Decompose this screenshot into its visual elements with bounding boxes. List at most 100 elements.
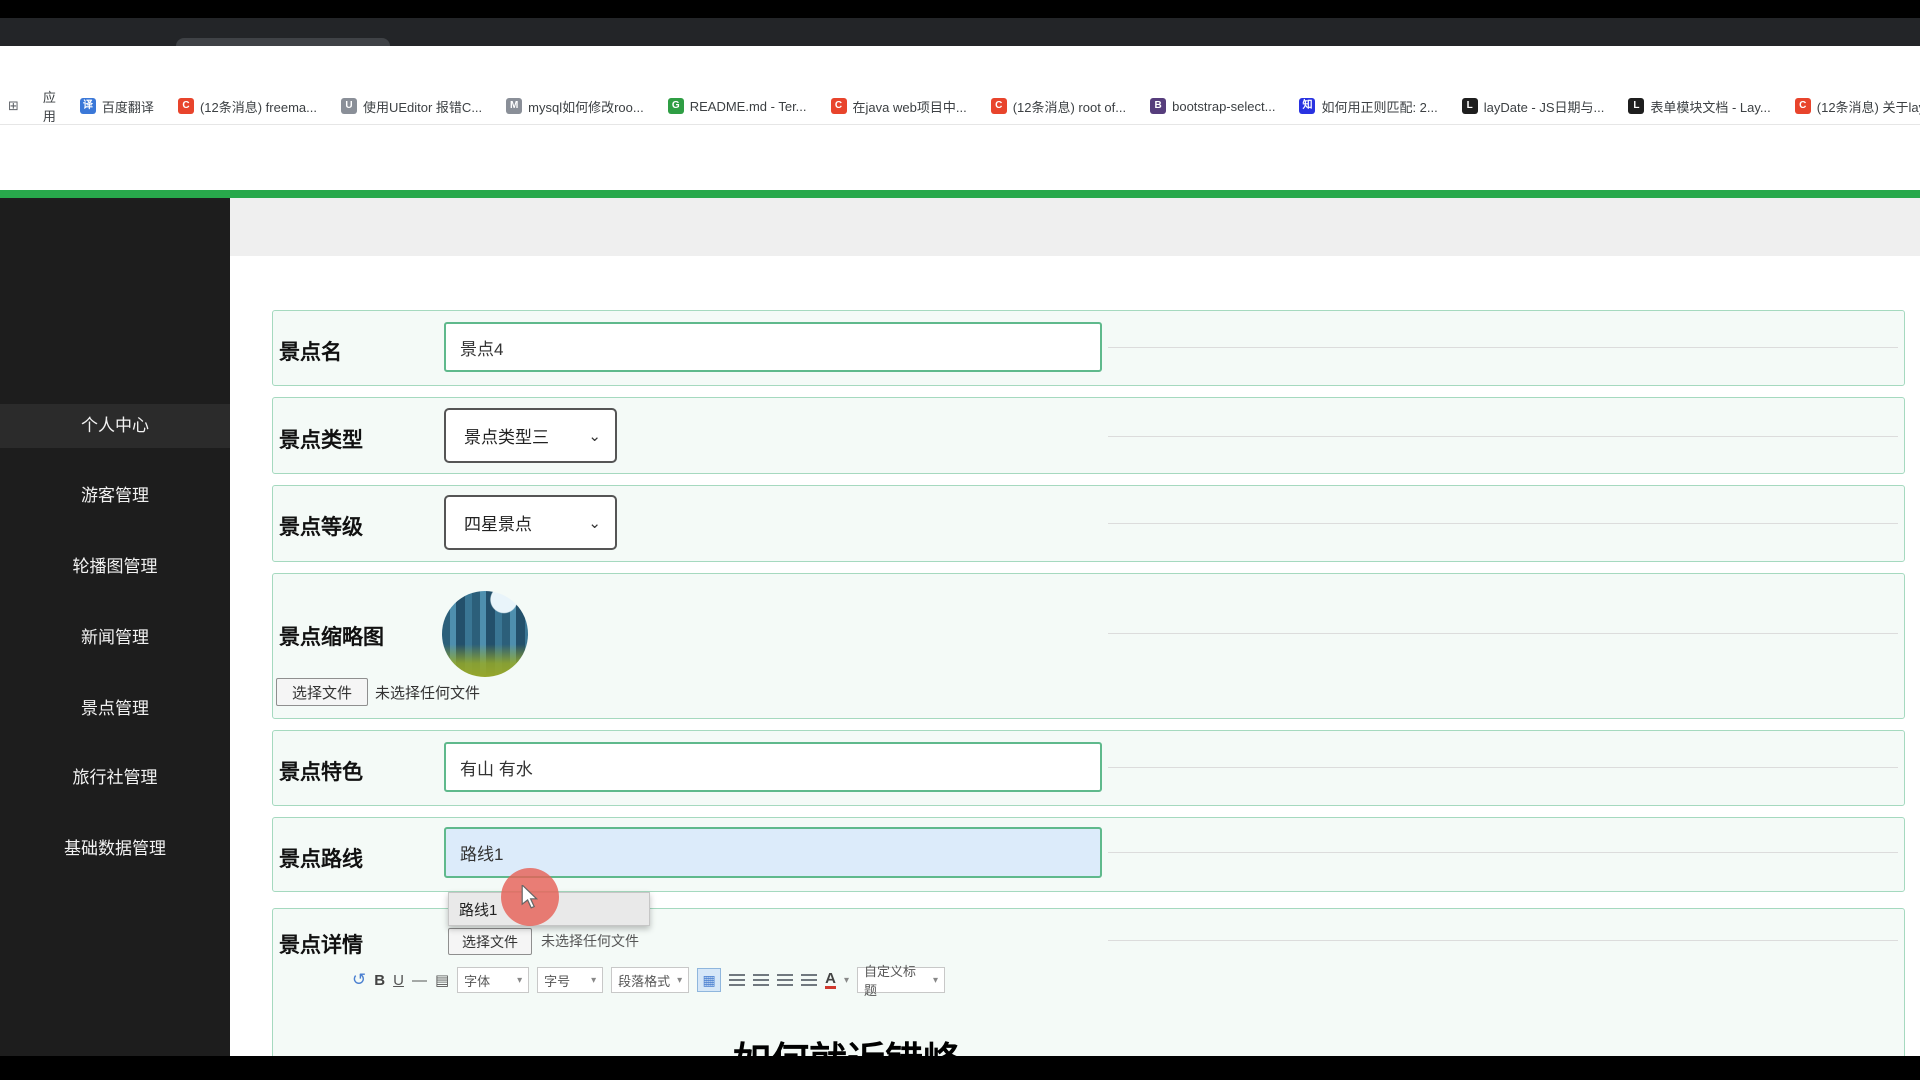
bookmark-label: bootstrap-select... bbox=[1172, 98, 1276, 114]
bookmark-item[interactable]: 译 百度翻译 bbox=[79, 97, 154, 116]
paste-icon[interactable]: ▤ bbox=[435, 971, 449, 989]
bookmark-item[interactable]: C (12条消息) freema... bbox=[177, 97, 317, 116]
bookmark-label: layDate - JS日期与... bbox=[1483, 99, 1605, 115]
bookmark-item[interactable]: L layDate - JS日期与... bbox=[1461, 97, 1605, 116]
sidebar-item[interactable]: 游客管理 bbox=[0, 474, 230, 518]
thumbnail-image bbox=[442, 591, 528, 677]
bookmark-label: (12条消息) freema... bbox=[199, 99, 317, 115]
label-scenic-type: 景点类型 bbox=[279, 429, 363, 452]
sidebar-item[interactable]: 个人中心 bbox=[0, 404, 230, 448]
bookmark-item[interactable]: M mysql如何修改roo... bbox=[506, 97, 644, 116]
sidebar-item[interactable]: 旅行社管理 bbox=[0, 756, 230, 800]
label-scenic-route: 景点路线 bbox=[279, 848, 363, 871]
bookmark-label: 在java web项目中... bbox=[852, 99, 967, 115]
align-center-icon[interactable] bbox=[753, 973, 770, 987]
bookmark-favicon-icon: L bbox=[1461, 98, 1478, 114]
chevron-down-icon: ▾ bbox=[677, 974, 683, 986]
align-left-icon[interactable] bbox=[729, 973, 746, 987]
row-divider bbox=[1108, 852, 1898, 853]
underline-icon[interactable]: U bbox=[393, 972, 404, 989]
browser-tab-bar bbox=[0, 18, 1920, 64]
sidebar: 个人中心 游客管理 轮播图管理 新闻管理 景点管理 旅行社管理 基础数据管理 bbox=[0, 198, 230, 1056]
bookmark-label: 使用UEditor 报错C... bbox=[362, 99, 483, 115]
align-right-icon[interactable] bbox=[777, 973, 794, 987]
breadcrumb-bar bbox=[230, 198, 1920, 256]
bookmark-favicon-icon: U bbox=[340, 98, 357, 114]
custom-title-dropdown[interactable]: 自定义标题 ▾ bbox=[857, 964, 945, 998]
bold-icon[interactable]: B bbox=[374, 972, 385, 989]
align-justify-icon[interactable] bbox=[801, 973, 818, 987]
row-divider bbox=[1108, 523, 1898, 524]
scenic-type-select[interactable]: 景点类型三 ⌄ bbox=[444, 408, 617, 463]
scenic-name-input[interactable]: 景点4 bbox=[444, 322, 1102, 372]
bookmark-favicon-icon: C bbox=[830, 98, 847, 114]
label-scenic-thumbnail: 景点缩略图 bbox=[279, 626, 384, 649]
bookmark-item[interactable]: U 使用UEditor 报错C... bbox=[340, 97, 483, 116]
bookmark-favicon-icon: B bbox=[1150, 98, 1167, 114]
file-status-text: 未选择任何文件 bbox=[375, 685, 481, 702]
browser-toolbar bbox=[0, 46, 1920, 88]
scenic-type-value: 景点类型三 bbox=[464, 428, 549, 447]
row-divider bbox=[1108, 940, 1898, 941]
insert-table-icon[interactable]: ▦ bbox=[697, 968, 722, 992]
bookmark-label: 表单模块文档 - Lay... bbox=[1650, 99, 1771, 115]
row-divider bbox=[1108, 347, 1898, 348]
bookmark-item[interactable]: C 在java web项目中... bbox=[830, 97, 967, 116]
letterbox-top bbox=[0, 0, 1920, 18]
chevron-down-icon: ▾ bbox=[843, 974, 849, 986]
apps-grid-icon[interactable]: ⊞ bbox=[8, 98, 19, 114]
file-status-text-detail: 未选择任何文件 bbox=[541, 933, 639, 949]
bookmark-label: 百度翻译 bbox=[101, 99, 154, 115]
font-color-icon[interactable]: A bbox=[825, 971, 836, 989]
apps-label[interactable]: 应用 bbox=[43, 87, 56, 125]
choose-file-button-detail[interactable]: 选择文件 bbox=[448, 928, 532, 955]
chevron-down-icon: ⌄ bbox=[588, 427, 601, 445]
header-accent-bar bbox=[0, 190, 1920, 198]
bookmark-item[interactable]: C (12条消息) 关于lay bbox=[1794, 97, 1920, 116]
editor-toolbar: ↺ B U — ▤ 字体 ▾ 字号 ▾ 段落格式 ▾ ▦ A ▾ 自定义标题 ▾ bbox=[352, 963, 945, 998]
label-scenic-name: 景点名 bbox=[279, 341, 342, 364]
bookmark-label: mysql如何修改roo... bbox=[528, 99, 644, 115]
choose-file-button[interactable]: 选择文件 bbox=[276, 678, 368, 706]
label-scenic-level: 景点等级 bbox=[279, 516, 363, 539]
bookmark-item[interactable]: B bootstrap-select... bbox=[1150, 98, 1275, 114]
label-scenic-detail: 景点详情 bbox=[279, 934, 363, 957]
bookmark-item[interactable]: G README.md - Ter... bbox=[667, 98, 807, 114]
row-divider bbox=[1108, 436, 1898, 437]
bookmark-label: (12条消息) 关于lay bbox=[1816, 99, 1920, 115]
bookmark-favicon-icon: 知 bbox=[1299, 98, 1316, 114]
sidebar-item[interactable]: 景点管理 bbox=[0, 687, 230, 731]
scenic-level-value: 四星景点 bbox=[464, 515, 532, 534]
bookmark-item[interactable]: L 表单模块文档 - Lay... bbox=[1628, 97, 1771, 116]
bookmark-item[interactable]: 知 如何用正则匹配: 2... bbox=[1299, 97, 1438, 116]
paragraph-format-dropdown[interactable]: 段落格式 ▾ bbox=[611, 967, 690, 993]
bookmark-favicon-icon: L bbox=[1628, 98, 1645, 114]
scenic-feature-input[interactable]: 有山 有水 bbox=[444, 742, 1102, 792]
row-divider bbox=[1108, 633, 1898, 634]
label-scenic-feature: 景点特色 bbox=[279, 761, 363, 784]
mouse-cursor-highlight bbox=[501, 868, 559, 926]
chevron-down-icon: ⌄ bbox=[588, 514, 601, 532]
bookmark-item[interactable]: C (12条消息) root of... bbox=[990, 97, 1127, 116]
sidebar-item[interactable]: 新闻管理 bbox=[0, 616, 230, 660]
bookmark-favicon-icon: C bbox=[990, 98, 1007, 114]
app-header bbox=[0, 125, 1920, 190]
font-size-dropdown[interactable]: 字号 ▾ bbox=[537, 967, 604, 993]
horizontal-rule-icon[interactable]: — bbox=[412, 972, 427, 989]
sidebar-item[interactable]: 轮播图管理 bbox=[0, 545, 230, 589]
bookmarks-bar: ⊞ 应用 译 百度翻译 C (12条消息) freema... U 使用UEdi… bbox=[0, 88, 1920, 125]
chevron-down-icon: ▾ bbox=[517, 974, 523, 986]
bookmark-label: README.md - Ter... bbox=[689, 98, 807, 114]
undo-icon[interactable]: ↺ bbox=[352, 970, 366, 990]
bookmark-label: (12条消息) root of... bbox=[1012, 99, 1127, 115]
row-divider bbox=[1108, 767, 1898, 768]
chevron-down-icon: ▾ bbox=[932, 974, 938, 986]
bookmark-favicon-icon: G bbox=[667, 98, 684, 114]
bookmark-label: 如何用正则匹配: 2... bbox=[1321, 99, 1438, 115]
font-family-dropdown[interactable]: 字体 ▾ bbox=[457, 967, 530, 993]
scenic-level-select[interactable]: 四星景点 ⌄ bbox=[444, 495, 617, 550]
bookmark-favicon-icon: M bbox=[506, 98, 523, 114]
sidebar-item[interactable]: 基础数据管理 bbox=[0, 827, 230, 871]
chevron-down-icon: ▾ bbox=[591, 974, 597, 986]
bookmark-favicon-icon: C bbox=[1794, 98, 1811, 114]
